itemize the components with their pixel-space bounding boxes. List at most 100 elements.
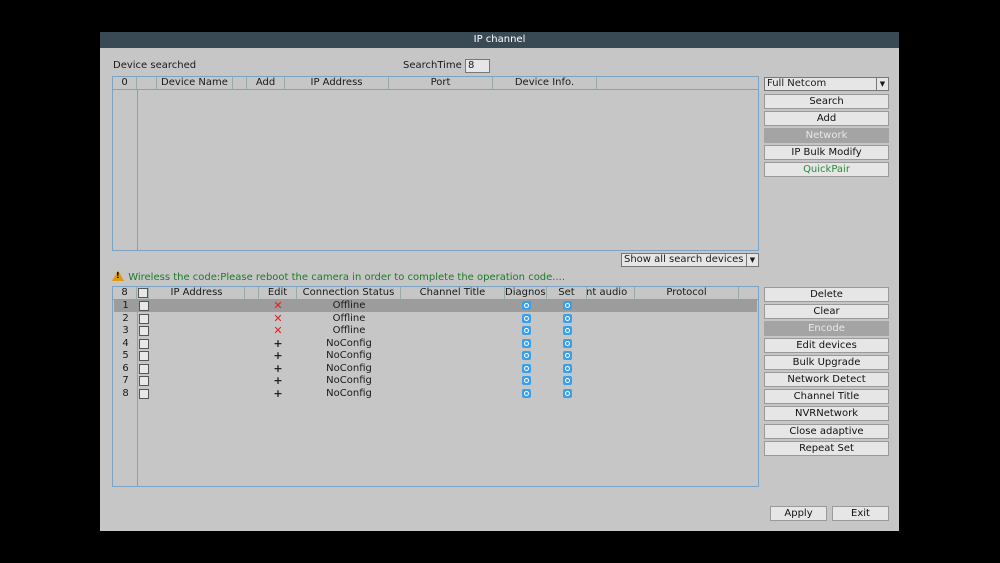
add-icon[interactable]: + xyxy=(259,387,297,400)
exit-button[interactable]: Exit xyxy=(832,506,889,521)
edit-devices-button[interactable]: Edit devices xyxy=(764,338,889,353)
table-row[interactable]: 1 ✕ Offline xyxy=(114,300,757,312)
settings-icon[interactable] xyxy=(563,313,572,323)
row-checkbox[interactable] xyxy=(139,388,149,399)
row-checkbox[interactable] xyxy=(139,363,149,374)
diagnosis-icon[interactable] xyxy=(522,313,531,323)
settings-icon[interactable] xyxy=(563,363,572,373)
diagnosis-icon[interactable] xyxy=(522,363,531,373)
table-row[interactable]: 3 ✕ Offline xyxy=(114,325,757,337)
channels-table[interactable]: 8 IP Address Edit Connection Status Chan… xyxy=(112,286,759,487)
row-number: 2 xyxy=(122,312,129,324)
ip-channel-dialog: IP channel Device searched SearchTime 8 … xyxy=(100,32,899,531)
row-checkbox[interactable] xyxy=(139,351,149,361)
diagnosis-icon[interactable] xyxy=(522,351,531,360)
settings-icon[interactable] xyxy=(563,301,572,310)
col-ip-address[interactable]: IP Address xyxy=(149,287,245,299)
table-row[interactable]: 2 ✕ Offline xyxy=(114,312,757,325)
connection-status: Offline xyxy=(332,300,366,311)
col-protocol[interactable]: Protocol xyxy=(635,287,739,299)
encode-button[interactable]: Encode xyxy=(764,321,889,336)
settings-icon[interactable] xyxy=(563,338,572,348)
table-row[interactable]: 4 + NoConfig xyxy=(114,337,757,350)
close-adaptive-button[interactable]: Close adaptive xyxy=(764,424,889,439)
table-row[interactable]: 8 + NoConfig xyxy=(114,387,757,400)
diagnosis-icon[interactable] xyxy=(522,388,531,398)
row-number: 7 xyxy=(122,375,129,386)
col-add[interactable]: Add xyxy=(247,77,285,89)
col-check-all[interactable] xyxy=(137,287,149,299)
row-checkbox[interactable] xyxy=(139,313,149,324)
warning-text: Wireless the code:Please reboot the came… xyxy=(128,272,566,283)
col-port[interactable]: Port xyxy=(389,77,493,89)
table-row[interactable]: 6 + NoConfig xyxy=(114,362,757,375)
row-checkbox[interactable] xyxy=(139,301,149,311)
col-channel-title[interactable]: Channel Title xyxy=(401,287,505,299)
col-diagnosis[interactable]: Diagnosis xyxy=(505,287,547,299)
search-time-label: SearchTime xyxy=(403,60,462,71)
chevron-down-icon: ▼ xyxy=(876,78,888,90)
col-count: 8 xyxy=(113,287,137,299)
col-device-name[interactable]: Device Name xyxy=(157,77,233,89)
bulk-upgrade-button[interactable]: Bulk Upgrade xyxy=(764,355,889,370)
warning-icon xyxy=(112,270,124,281)
network-button[interactable]: Network xyxy=(764,128,889,143)
row-checkbox[interactable] xyxy=(139,338,149,349)
settings-icon[interactable] xyxy=(563,376,572,385)
filter-select[interactable]: Show all search devices ▼ xyxy=(621,253,759,267)
add-icon[interactable]: + xyxy=(259,375,297,387)
delete-icon[interactable]: ✕ xyxy=(259,312,297,325)
row-number: 8 xyxy=(122,387,129,399)
search-time-input[interactable]: 8 xyxy=(465,59,490,73)
channels-table-header: 8 IP Address Edit Connection Status Chan… xyxy=(113,287,758,300)
row-number: 1 xyxy=(122,300,129,311)
search-table-header: 0 Device Name Add IP Address Port Device… xyxy=(113,77,758,90)
search-results-table[interactable]: 0 Device Name Add IP Address Port Device… xyxy=(112,76,759,251)
add-icon[interactable]: + xyxy=(259,362,297,375)
settings-icon[interactable] xyxy=(563,351,572,360)
col-front-audio[interactable]: Front audio xyxy=(587,287,635,299)
diagnosis-icon[interactable] xyxy=(522,326,531,335)
connection-status: NoConfig xyxy=(326,350,372,361)
col-check xyxy=(137,77,157,89)
channel-title-button[interactable]: Channel Title xyxy=(764,389,889,404)
settings-icon[interactable] xyxy=(563,388,572,398)
repeat-set-button[interactable]: Repeat Set xyxy=(764,441,889,456)
protocol-select[interactable]: Full Netcom ▼ xyxy=(764,77,889,91)
col-edit[interactable]: Edit xyxy=(259,287,297,299)
quickpair-button[interactable]: QuickPair xyxy=(764,162,889,177)
add-icon[interactable]: + xyxy=(259,337,297,350)
delete-button[interactable]: Delete xyxy=(764,287,889,302)
connection-status: NoConfig xyxy=(326,375,372,386)
diagnosis-icon[interactable] xyxy=(522,338,531,348)
ip-bulk-modify-button[interactable]: IP Bulk Modify xyxy=(764,145,889,160)
diagnosis-icon[interactable] xyxy=(522,376,531,385)
row-checkbox[interactable] xyxy=(139,326,149,336)
table-row[interactable]: 7 + NoConfig xyxy=(114,375,757,387)
device-searched-label: Device searched xyxy=(113,60,197,71)
network-detect-button[interactable]: Network Detect xyxy=(764,372,889,387)
select-all-checkbox[interactable] xyxy=(138,288,148,298)
add-button[interactable]: Add xyxy=(764,111,889,126)
settings-icon[interactable] xyxy=(563,326,572,335)
col-set[interactable]: Set xyxy=(547,287,587,299)
clear-button[interactable]: Clear xyxy=(764,304,889,319)
nvr-network-button[interactable]: NVRNetwork xyxy=(764,406,889,421)
apply-button[interactable]: Apply xyxy=(770,506,827,521)
table-row[interactable]: 5 + NoConfig xyxy=(114,350,757,362)
column-divider xyxy=(137,90,138,250)
connection-status: NoConfig xyxy=(326,362,372,374)
delete-icon[interactable]: ✕ xyxy=(259,300,297,312)
col-device-info[interactable]: Device Info. xyxy=(493,77,597,89)
chevron-down-icon: ▼ xyxy=(746,254,758,266)
search-button[interactable]: Search xyxy=(764,94,889,109)
filter-select-value: Show all search devices xyxy=(624,254,744,265)
window-title: IP channel xyxy=(100,32,899,48)
delete-icon[interactable]: ✕ xyxy=(259,325,297,337)
add-icon[interactable]: + xyxy=(259,350,297,362)
row-checkbox[interactable] xyxy=(139,376,149,386)
col-ip-address[interactable]: IP Address xyxy=(285,77,389,89)
col-connection-status[interactable]: Connection Status xyxy=(297,287,401,299)
diagnosis-icon[interactable] xyxy=(522,301,531,310)
connection-status: Offline xyxy=(332,325,366,336)
